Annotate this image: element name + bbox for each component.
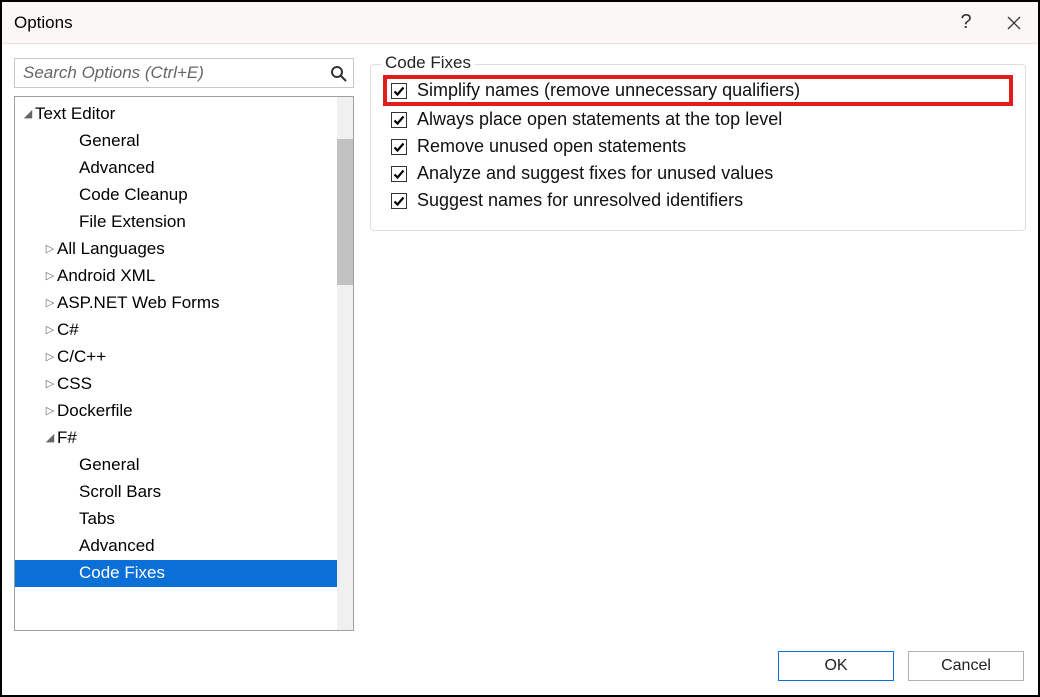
checkbox-row[interactable]: Remove unused open statements <box>385 133 1011 160</box>
tree-item-label: Tabs <box>79 505 115 533</box>
chevron-right-icon: ▷ <box>43 321 57 339</box>
close-icon <box>1007 16 1021 30</box>
check-icon <box>393 141 405 153</box>
checkbox-label: Always place open statements at the top … <box>417 109 782 130</box>
check-icon <box>393 114 405 126</box>
tree-item[interactable]: ◢F# <box>15 425 353 452</box>
tree-item[interactable]: Code Fixes <box>15 560 353 587</box>
tree-item-text-editor[interactable]: ◢ Text Editor <box>15 101 353 128</box>
chevron-right-icon: ▷ <box>43 240 57 258</box>
options-tree[interactable]: ◢ Text Editor GeneralAdvancedCode Cleanu… <box>14 96 354 631</box>
tree-item-label: General <box>79 451 139 479</box>
checkbox[interactable] <box>391 83 407 99</box>
search-container <box>14 58 354 88</box>
titlebar: Options ? <box>2 2 1038 44</box>
tree-item[interactable]: ▷CSS <box>15 371 353 398</box>
tree-item-label: ASP.NET Web Forms <box>57 289 220 317</box>
check-icon <box>393 168 405 180</box>
tree-item[interactable]: General <box>15 452 353 479</box>
tree-item-label: Text Editor <box>35 100 115 128</box>
chevron-right-icon: ▷ <box>43 294 57 312</box>
scrollbar-thumb[interactable] <box>337 139 353 285</box>
checkbox-row[interactable]: Suggest names for unresolved identifiers <box>385 187 1011 214</box>
chevron-right-icon: ▷ <box>43 375 57 393</box>
checkbox-label: Remove unused open statements <box>417 136 686 157</box>
ok-button[interactable]: OK <box>778 651 894 681</box>
cancel-button[interactable]: Cancel <box>908 651 1024 681</box>
tree-item-label: Android XML <box>57 262 155 290</box>
checkbox-label: Suggest names for unresolved identifiers <box>417 190 743 211</box>
tree-item[interactable]: Scroll Bars <box>15 479 353 506</box>
tree-item[interactable]: ▷C/C++ <box>15 344 353 371</box>
search-icon <box>330 65 347 82</box>
tree-body: ◢ Text Editor GeneralAdvancedCode Cleanu… <box>15 97 353 587</box>
tree-item-label: F# <box>57 424 77 452</box>
tree-item-label: C# <box>57 316 79 344</box>
tree-item-label: C/C++ <box>57 343 106 371</box>
tree-item-label: Advanced <box>79 154 155 182</box>
tree-item[interactable]: File Extension <box>15 209 353 236</box>
tree-item[interactable]: Tabs <box>15 506 353 533</box>
tree-item[interactable]: General <box>15 128 353 155</box>
checkbox[interactable] <box>391 193 407 209</box>
tree-item-label: Code Fixes <box>79 559 165 587</box>
checkbox[interactable] <box>391 112 407 128</box>
group-legend: Code Fixes <box>381 53 475 73</box>
checkbox-row[interactable]: Simplify names (remove unnecessary quali… <box>385 77 1011 104</box>
check-icon <box>393 85 405 97</box>
tree-item[interactable]: ▷C# <box>15 317 353 344</box>
tree-item[interactable]: ▷All Languages <box>15 236 353 263</box>
check-icon <box>393 195 405 207</box>
checkbox-label: Analyze and suggest fixes for unused val… <box>417 163 773 184</box>
checkbox[interactable] <box>391 139 407 155</box>
tree-item[interactable]: ▷Android XML <box>15 263 353 290</box>
search-input[interactable] <box>23 59 330 87</box>
dialog-content: ◢ Text Editor GeneralAdvancedCode Cleanu… <box>2 44 1038 641</box>
window-title: Options <box>14 13 73 33</box>
dialog-footer: OK Cancel <box>2 641 1038 695</box>
tree-item-label: Advanced <box>79 532 155 560</box>
chevron-right-icon: ▷ <box>43 267 57 285</box>
tree-item-label: General <box>79 127 139 155</box>
tree-item-label: CSS <box>57 370 92 398</box>
chevron-down-icon: ◢ <box>21 105 35 123</box>
tree-item[interactable]: Code Cleanup <box>15 182 353 209</box>
tree-item[interactable]: ▷ASP.NET Web Forms <box>15 290 353 317</box>
tree-item[interactable]: ▷Dockerfile <box>15 398 353 425</box>
tree-item-label: All Languages <box>57 235 165 263</box>
code-fixes-group: Code Fixes Simplify names (remove unnece… <box>370 64 1026 231</box>
chevron-right-icon: ▷ <box>43 348 57 366</box>
close-button[interactable] <box>990 2 1038 44</box>
checkbox[interactable] <box>391 166 407 182</box>
tree-item-label: Code Cleanup <box>79 181 188 209</box>
checks-list: Simplify names (remove unnecessary quali… <box>385 77 1011 214</box>
tree-item[interactable]: Advanced <box>15 155 353 182</box>
tree-item-label: Dockerfile <box>57 397 133 425</box>
chevron-down-icon: ◢ <box>43 429 57 447</box>
right-column: Code Fixes Simplify names (remove unnece… <box>370 58 1026 631</box>
checkbox-row[interactable]: Analyze and suggest fixes for unused val… <box>385 160 1011 187</box>
tree-item[interactable]: Advanced <box>15 533 353 560</box>
checkbox-row[interactable]: Always place open statements at the top … <box>385 106 1011 133</box>
left-column: ◢ Text Editor GeneralAdvancedCode Cleanu… <box>14 58 354 631</box>
checkbox-label: Simplify names (remove unnecessary quali… <box>417 80 800 101</box>
chevron-right-icon: ▷ <box>43 402 57 420</box>
tree-item-label: File Extension <box>79 208 186 236</box>
tree-item-label: Scroll Bars <box>79 478 161 506</box>
help-button[interactable]: ? <box>942 2 990 44</box>
